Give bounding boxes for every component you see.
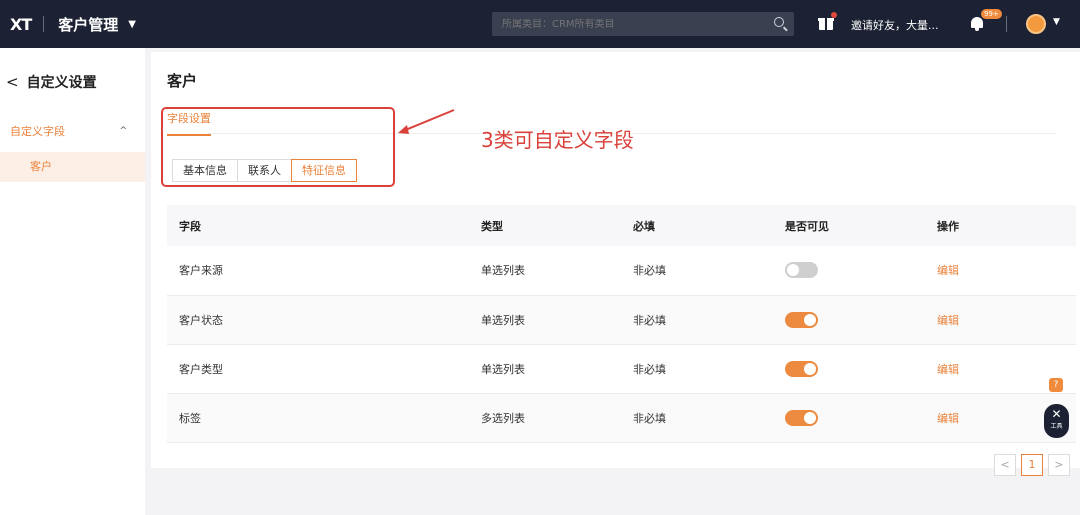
gift-icon[interactable]: [818, 12, 837, 30]
column-header: 是否可见: [785, 219, 829, 233]
visibility-toggle[interactable]: [785, 262, 818, 279]
main-panel: 客户 字段设置 基本信息 联系人 特征信息 3类可自定义字段 字段 类型 必填 …: [151, 52, 1080, 476]
notification-badge: 99+: [981, 9, 1002, 19]
divider: [43, 16, 45, 32]
column-header: 字段: [179, 219, 201, 233]
sidebar-title: 自定义设置: [26, 75, 97, 91]
field-required: 非必填: [633, 362, 666, 376]
chevron-left-icon[interactable]: <: [6, 73, 19, 91]
edit-link[interactable]: 编辑: [937, 363, 959, 376]
next-page-button[interactable]: >: [1048, 454, 1070, 476]
visibility-toggle[interactable]: [785, 409, 818, 426]
field-name: 标签: [179, 411, 201, 425]
logo[interactable]: XT: [10, 15, 32, 34]
top-bar: XT 客户管理 ▼ 邀请好友，大量... 99+ ▼: [0, 0, 1080, 48]
column-header: 类型: [481, 219, 503, 233]
table-row: 客户来源 单选列表 非必填 编辑: [167, 246, 1076, 295]
sidebar-group-custom-fields[interactable]: 自定义字段 ^: [0, 122, 145, 140]
prev-page-button[interactable]: <: [994, 454, 1016, 476]
annotation-box: [161, 107, 395, 187]
invite-link[interactable]: 邀请好友，大量...: [851, 17, 939, 33]
search-icon[interactable]: [774, 17, 784, 27]
table-row: 标签 多选列表 非必填 编辑: [167, 393, 1076, 442]
annotation-text: 3类可自定义字段: [481, 128, 634, 152]
search-box[interactable]: [492, 12, 794, 36]
table-header-row: 字段 类型 必填 是否可见 操作: [167, 205, 1076, 246]
sidebar-item-customer[interactable]: 客户: [0, 152, 145, 182]
field-name: 客户来源: [179, 264, 223, 278]
table-row: 客户状态 单选列表 非必填 编辑: [167, 295, 1076, 344]
divider: [1006, 16, 1007, 32]
column-header: 必填: [633, 219, 655, 233]
caret-down-icon[interactable]: ▼: [128, 19, 136, 30]
help-icon[interactable]: ?: [1049, 378, 1063, 392]
back-button[interactable]: < 自定义设置: [6, 72, 97, 92]
segment-feature-info[interactable]: 特征信息: [291, 159, 357, 182]
visibility-toggle[interactable]: [785, 360, 818, 377]
tools-label: 工具: [1050, 423, 1063, 430]
column-header: 操作: [937, 219, 959, 233]
field-required: 非必填: [633, 313, 666, 327]
fields-table: 字段 类型 必填 是否可见 操作 客户来源 单选列表 非必填 编辑 客户状态 单…: [167, 205, 1076, 443]
chevron-up-icon[interactable]: ^: [119, 126, 127, 136]
field-required: 非必填: [633, 264, 666, 278]
field-type: 单选列表: [481, 313, 525, 327]
field-type: 单选列表: [481, 362, 525, 376]
wrench-icon: ✕: [1051, 407, 1062, 421]
sidebar-group-label: 自定义字段: [10, 125, 65, 138]
field-name: 客户状态: [179, 313, 223, 327]
brand: XT 客户管理 ▼: [0, 0, 136, 48]
caret-down-icon[interactable]: ▼: [1053, 17, 1060, 27]
page-title: 客户: [167, 72, 198, 90]
sidebar: < 自定义设置 自定义字段 ^ 客户: [0, 48, 145, 515]
tools-button[interactable]: ✕ 工具: [1044, 404, 1069, 438]
edit-link[interactable]: 编辑: [937, 412, 959, 425]
edit-link[interactable]: 编辑: [937, 314, 959, 327]
page-number-button[interactable]: 1: [1021, 454, 1043, 476]
pagination: < 1 >: [989, 454, 1070, 476]
field-name: 客户类型: [179, 362, 223, 376]
visibility-toggle[interactable]: [785, 311, 818, 328]
field-required: 非必填: [633, 411, 666, 425]
app-title[interactable]: 客户管理: [58, 14, 118, 35]
field-type: 单选列表: [481, 264, 525, 278]
search-input[interactable]: [502, 18, 762, 30]
table-row: 客户类型 单选列表 非必填 编辑: [167, 344, 1076, 393]
field-type: 多选列表: [481, 411, 525, 425]
edit-link[interactable]: 编辑: [937, 264, 959, 277]
avatar[interactable]: [1026, 14, 1046, 34]
